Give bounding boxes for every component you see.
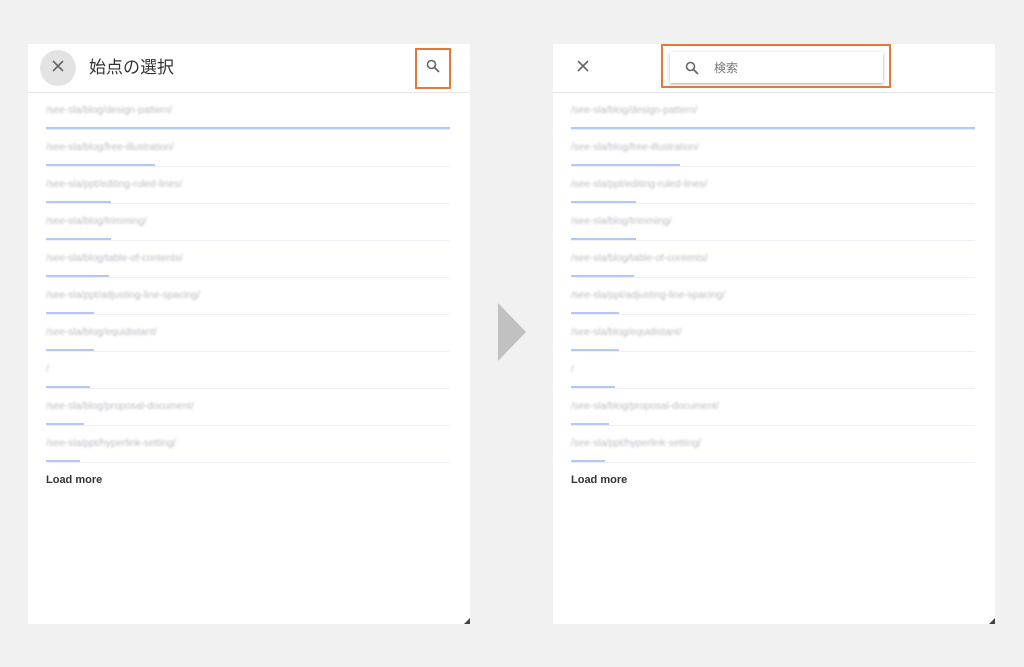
path-value-bar <box>571 127 975 129</box>
page-path-text: /see-sla/blog/table-of-contents/ <box>571 253 708 264</box>
start-point-dialog-search-mode: /see-sla/blog/design-pattern/ /see-sla/bl… <box>553 44 995 624</box>
close-button[interactable] <box>40 50 76 86</box>
page-path-text: /see-sla/blog/trimming/ <box>46 216 147 227</box>
page-path-text: /see-sla/blog/free-illustration/ <box>46 142 174 153</box>
list-item[interactable]: /see-sla/blog/equidistant/ <box>46 315 450 352</box>
path-value-bar <box>46 238 111 240</box>
list-item[interactable]: /see-sla/blog/proposal-document/ <box>46 389 450 426</box>
page-path-text: /see-sla/ppt/editing-ruled-lines/ <box>46 179 183 190</box>
list-item[interactable]: /see-sla/blog/trimming/ <box>571 204 975 241</box>
list-item[interactable]: /see-sla/blog/design-pattern/ <box>571 93 975 130</box>
path-value-bar <box>46 164 156 166</box>
path-value-bar <box>46 312 95 314</box>
search-button[interactable] <box>415 48 451 89</box>
list-item[interactable]: /see-sla/blog/proposal-document/ <box>571 389 975 426</box>
load-more-button[interactable]: Load more <box>46 474 102 486</box>
path-value-bar <box>46 460 81 462</box>
list-item[interactable]: /see-sla/blog/table-of-contents/ <box>571 241 975 278</box>
list-item[interactable]: /see-sla/ppt/adjusting-line-spacing/ <box>46 278 450 315</box>
list-item[interactable]: / <box>46 352 450 389</box>
list-item[interactable]: / <box>571 352 975 389</box>
path-value-bar <box>46 127 450 129</box>
list-item[interactable]: /see-sla/ppt/editing-ruled-lines/ <box>46 167 450 204</box>
path-value-bar <box>571 275 634 277</box>
page-path-text: /see-sla/blog/table-of-contents/ <box>46 253 183 264</box>
search-box <box>670 52 883 83</box>
list-item[interactable]: /see-sla/ppt/hyperlink-setting/ <box>46 426 450 463</box>
resize-handle[interactable] <box>989 618 995 624</box>
page-path-text: /see-sla/blog/equidistant/ <box>46 327 157 338</box>
page-path-text: /see-sla/blog/proposal-document/ <box>571 401 719 412</box>
list-item[interactable]: /see-sla/blog/table-of-contents/ <box>46 241 450 278</box>
page-path-text: /see-sla/blog/proposal-document/ <box>46 401 194 412</box>
path-value-bar <box>571 312 620 314</box>
page-path-text: /see-sla/blog/design-pattern/ <box>571 105 698 116</box>
search-icon <box>426 59 440 78</box>
path-value-bar <box>571 164 681 166</box>
path-value-bar <box>571 460 606 462</box>
page-path-text: /see-sla/blog/trimming/ <box>571 216 672 227</box>
search-input[interactable] <box>714 60 864 75</box>
list-item[interactable]: /see-sla/blog/free-illustration/ <box>46 130 450 167</box>
path-value-bar <box>571 423 610 425</box>
path-value-bar <box>46 386 91 388</box>
page-path-text: /see-sla/ppt/adjusting-line-spacing/ <box>46 290 200 301</box>
path-value-bar <box>46 275 109 277</box>
path-value-bar <box>571 238 636 240</box>
page-path-text: /see-sla/blog/design-pattern/ <box>46 105 173 116</box>
resize-handle[interactable] <box>464 618 470 624</box>
close-icon <box>576 59 590 78</box>
path-value-bar <box>571 386 616 388</box>
page-path-text: /see-sla/ppt/adjusting-line-spacing/ <box>571 290 725 301</box>
start-point-dialog: 始点の選択 /see-sla/blog/design-pattern//see-… <box>28 44 470 624</box>
page-path-list: /see-sla/blog/design-pattern/ /see-sla/bl… <box>46 93 450 463</box>
path-value-bar <box>571 201 636 203</box>
page-path-list: /see-sla/blog/design-pattern/ /see-sla/bl… <box>571 93 975 463</box>
page-path-text: /see-sla/ppt/hyperlink-setting/ <box>46 438 177 449</box>
transition-arrow <box>498 303 526 361</box>
path-value-bar <box>571 349 620 351</box>
path-value-bar <box>46 423 85 425</box>
page-path-text: / <box>571 364 574 375</box>
load-more-button[interactable]: Load more <box>571 474 627 486</box>
page-path-text: /see-sla/ppt/editing-ruled-lines/ <box>571 179 708 190</box>
page-path-text: /see-sla/ppt/hyperlink-setting/ <box>571 438 702 449</box>
list-item[interactable]: /see-sla/blog/trimming/ <box>46 204 450 241</box>
search-icon <box>670 61 714 75</box>
path-value-bar <box>46 349 95 351</box>
dialog-header: 始点の選択 <box>28 44 470 93</box>
list-item[interactable]: /see-sla/blog/equidistant/ <box>571 315 975 352</box>
page-path-text: /see-sla/blog/free-illustration/ <box>571 142 699 153</box>
list-item[interactable]: /see-sla/blog/free-illustration/ <box>571 130 975 167</box>
list-item[interactable]: /see-sla/ppt/adjusting-line-spacing/ <box>571 278 975 315</box>
page-path-text: /see-sla/blog/equidistant/ <box>571 327 682 338</box>
list-item[interactable]: /see-sla/ppt/hyperlink-setting/ <box>571 426 975 463</box>
path-value-bar <box>46 201 111 203</box>
dialog-title: 始点の選択 <box>89 58 174 78</box>
list-item[interactable]: /see-sla/ppt/editing-ruled-lines/ <box>571 167 975 204</box>
page-path-text: / <box>46 364 49 375</box>
list-item[interactable]: /see-sla/blog/design-pattern/ <box>46 93 450 130</box>
dialog-header <box>553 44 995 93</box>
close-icon <box>51 59 65 78</box>
close-button[interactable] <box>565 50 601 86</box>
